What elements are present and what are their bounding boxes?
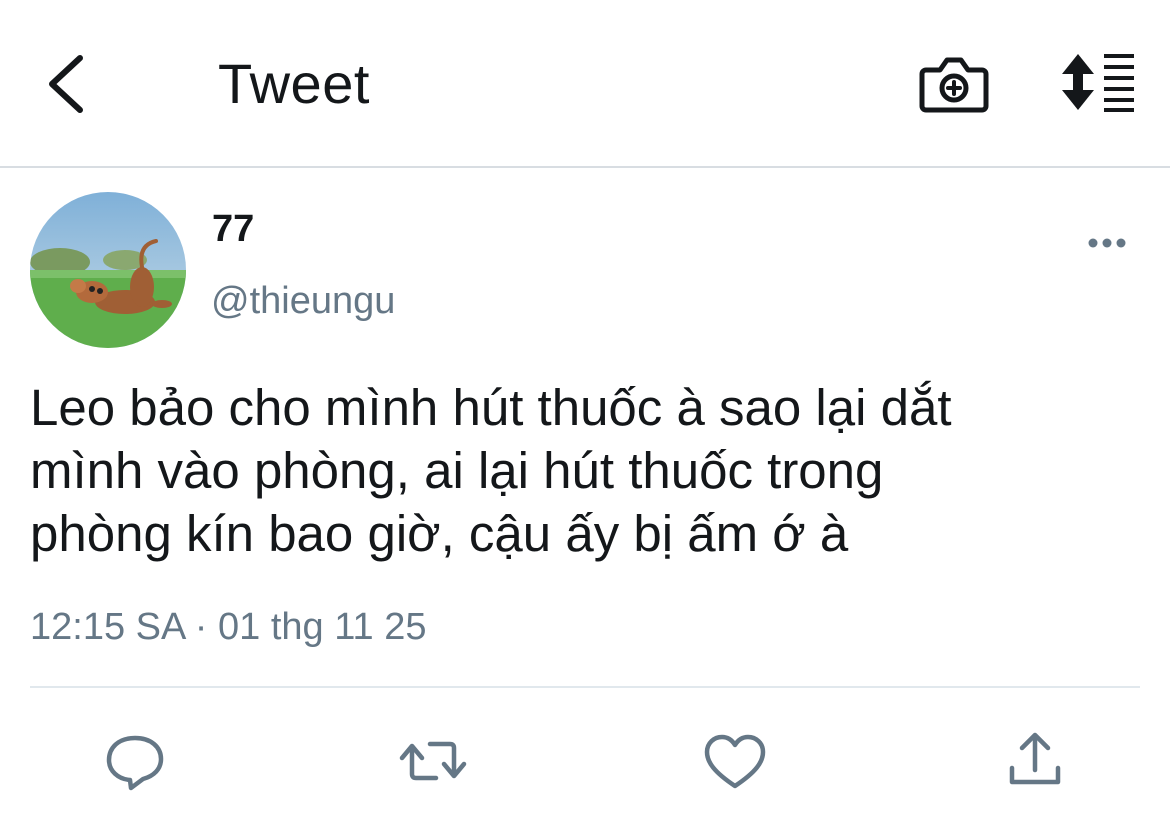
back-button[interactable] <box>40 50 100 120</box>
share-icon <box>1009 732 1061 785</box>
tweet-timestamp[interactable]: 12:15 SA · 01 thg 11 25 <box>30 604 427 650</box>
tweet-text: Leo bảo cho mình hút thuốc à sao lại dắt… <box>30 376 1130 565</box>
more-dots-icon <box>1088 238 1126 248</box>
sort-list-icon <box>1062 54 1134 112</box>
camera-button[interactable] <box>918 50 990 116</box>
sort-button[interactable] <box>1058 50 1138 114</box>
like-icon <box>704 734 766 789</box>
tweet-text-line: mình vào phòng, ai lại hút thuốc trong <box>30 442 884 499</box>
divider <box>30 686 1140 688</box>
top-bar: Tweet <box>0 0 1170 168</box>
more-options-button[interactable] <box>1082 228 1132 258</box>
retweet-button[interactable] <box>398 728 468 794</box>
page-title: Tweet <box>218 52 370 115</box>
user-handle[interactable]: @thieungu <box>211 278 395 324</box>
share-button[interactable] <box>1000 728 1070 794</box>
display-name[interactable]: 77 <box>212 206 254 252</box>
camera-plus-icon <box>919 57 989 113</box>
avatar-image <box>30 192 186 348</box>
tweet-text-line: phòng kín bao giờ, cậu ấy bị ấm ớ à <box>30 505 849 562</box>
reply-button[interactable] <box>100 728 170 794</box>
reply-icon <box>106 735 164 791</box>
tweet-text-line: Leo bảo cho mình hút thuốc à sao lại dắt <box>30 379 952 436</box>
like-button[interactable] <box>700 728 770 794</box>
chevron-left-icon <box>49 55 83 113</box>
retweet-icon <box>399 741 467 781</box>
avatar[interactable] <box>30 192 186 348</box>
